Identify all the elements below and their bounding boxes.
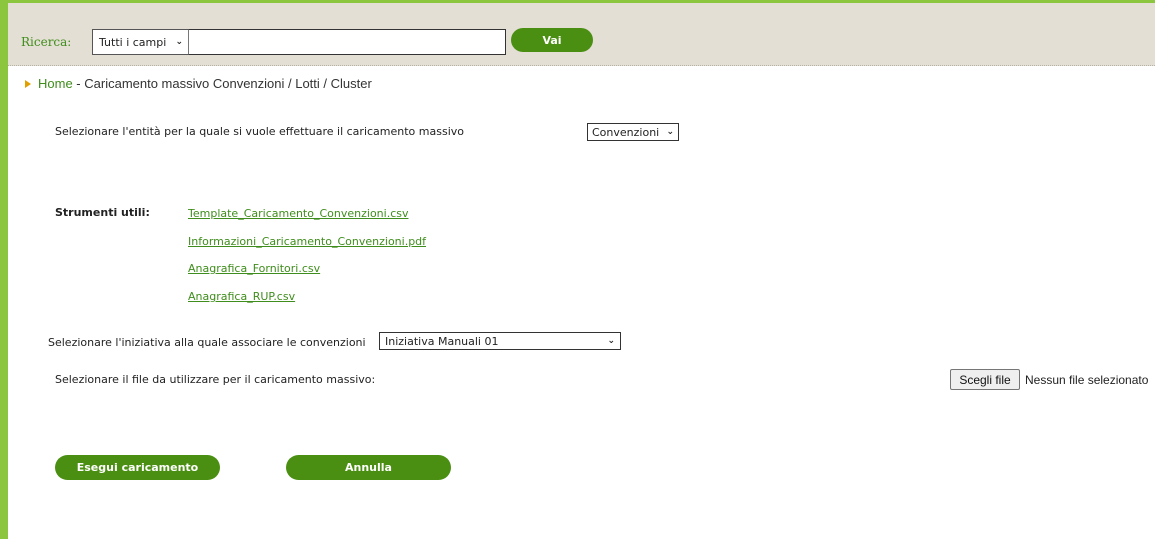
tool-link-fornitori[interactable]: Anagrafica_Fornitori.csv	[188, 262, 320, 275]
file-status: Nessun file selezionato	[1025, 373, 1149, 387]
initiative-select-value: Iniziativa Manuali 01	[385, 334, 499, 348]
entity-select-value: Convenzioni	[592, 125, 660, 139]
entity-select[interactable]: Convenzioni ⌄	[587, 123, 679, 141]
breadcrumb-separator: -	[72, 76, 85, 91]
choose-file-button[interactable]: Scegli file	[950, 369, 1020, 390]
search-field-value: Tutti i campi	[99, 35, 167, 49]
tool-link-info-pdf[interactable]: Informazioni_Caricamento_Convenzioni.pdf	[188, 235, 426, 248]
execute-upload-button[interactable]: Esegui caricamento	[55, 455, 220, 480]
cancel-button[interactable]: Annulla	[286, 455, 451, 480]
tool-link-template[interactable]: Template_Caricamento_Convenzioni.csv	[188, 207, 408, 220]
breadcrumb-current: Caricamento massivo Convenzioni / Lotti …	[84, 76, 372, 91]
search-bar: Ricerca: Tutti i campi ⌄ Vai	[8, 3, 1155, 66]
search-field-select[interactable]: Tutti i campi ⌄	[92, 29, 190, 55]
chevron-down-icon: ⌄	[666, 127, 674, 137]
breadcrumb: Home - Caricamento massivo Convenzioni /…	[25, 76, 372, 91]
initiative-select[interactable]: Iniziativa Manuali 01 ⌄	[379, 332, 621, 350]
tool-link-rup[interactable]: Anagrafica_RUP.csv	[188, 290, 295, 303]
chevron-down-icon: ⌄	[175, 37, 183, 47]
breadcrumb-home-link[interactable]: Home	[38, 76, 73, 91]
chevron-down-icon: ⌄	[607, 336, 615, 346]
search-go-button[interactable]: Vai	[511, 28, 593, 52]
search-label: Ricerca:	[21, 35, 72, 49]
entity-prompt: Selezionare l'entità per la quale si vuo…	[55, 125, 464, 138]
initiative-prompt: Selezionare l'iniziativa alla quale asso…	[48, 336, 366, 349]
file-prompt: Selezionare il file da utilizzare per il…	[55, 373, 376, 386]
search-input[interactable]	[188, 29, 506, 55]
breadcrumb-arrow-icon	[25, 79, 31, 88]
tools-label: Strumenti utili:	[55, 206, 150, 219]
